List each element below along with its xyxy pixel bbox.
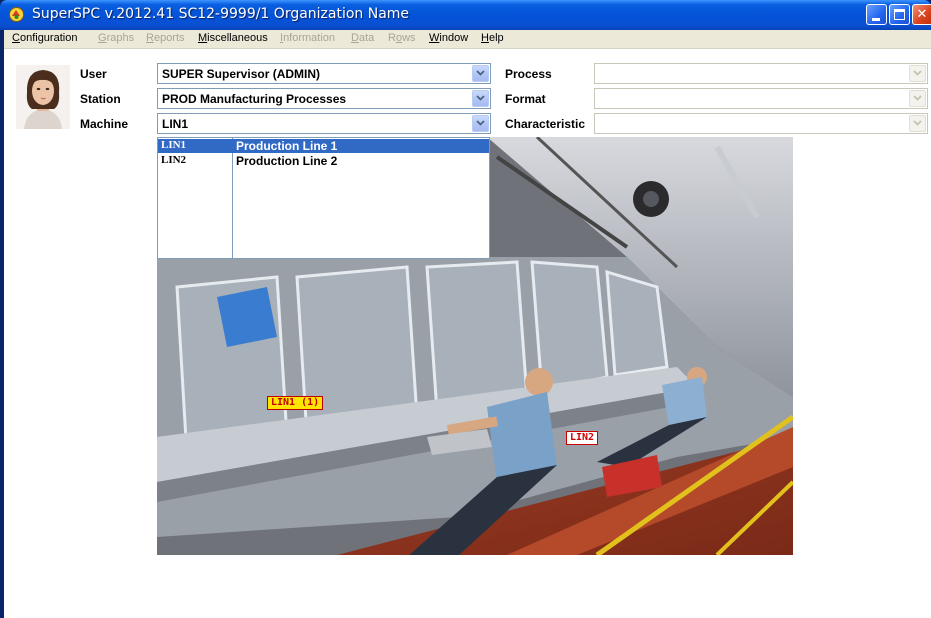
title-bar[interactable]: SuperSPC v.2012.41 SC12-9999/1 Organizat… <box>0 0 931 30</box>
user-dropdown-button[interactable] <box>472 65 489 82</box>
lin1-location-tag[interactable]: LIN1 (1) <box>267 396 324 410</box>
menu-reports-mnemonic: R <box>146 32 154 44</box>
maximize-button[interactable] <box>889 4 910 25</box>
station-label: Station <box>80 92 121 106</box>
menu-rows[interactable]: Rows <box>388 32 416 44</box>
menu-data-mnemonic: D <box>351 32 359 44</box>
characteristic-dropdown-button[interactable] <box>909 115 926 132</box>
machine-value: LIN1 <box>162 117 189 131</box>
chevron-down-icon <box>476 95 485 101</box>
machine-combo[interactable]: LIN1 <box>157 113 491 134</box>
list-item-code: LIN1 <box>161 139 187 151</box>
menu-miscellaneous-mnemonic: M <box>198 32 208 44</box>
menu-configuration-mnemonic: C <box>12 32 20 44</box>
menu-data-rest: ata <box>358 32 375 44</box>
user-combo[interactable]: SUPER Supervisor (ADMIN) <box>157 63 491 84</box>
menu-reports-rest: eports <box>153 32 185 44</box>
machine-label: Machine <box>80 117 129 131</box>
menu-help[interactable]: Help <box>481 32 504 44</box>
machine-dropdown-button[interactable] <box>472 115 489 132</box>
menu-information[interactable]: Information <box>280 32 335 44</box>
characteristic-label: Characteristic <box>505 117 586 131</box>
menu-window-rest: indow <box>439 32 469 44</box>
format-label: Format <box>505 92 546 106</box>
format-combo[interactable] <box>594 88 928 109</box>
menu-rows-first: R <box>388 32 396 44</box>
menu-help-rest: elp <box>488 32 504 44</box>
menu-miscellaneous-rest: iscellaneous <box>207 32 268 44</box>
machine-dropdown-list[interactable]: LIN1 Production Line 1 LIN2 Production L… <box>157 137 490 259</box>
list-item[interactable]: LIN1 Production Line 1 <box>158 139 489 153</box>
process-combo[interactable] <box>594 63 928 84</box>
menu-reports[interactable]: Reports <box>146 32 185 44</box>
menu-configuration[interactable]: Configuration <box>12 32 77 44</box>
characteristic-combo[interactable] <box>594 113 928 134</box>
process-label: Process <box>505 67 552 81</box>
menu-graphs-rest: raphs <box>106 32 135 44</box>
user-label: User <box>80 67 107 81</box>
format-dropdown-button[interactable] <box>909 90 926 107</box>
list-item-name: Production Line 2 <box>236 154 338 168</box>
process-dropdown-button[interactable] <box>909 65 926 82</box>
minimize-icon <box>872 18 880 21</box>
menu-graphs-mnemonic: G <box>98 32 107 44</box>
client-area: Configuration Graphs Reports Miscellaneo… <box>4 30 931 618</box>
menu-information-rest: nformation <box>283 32 336 44</box>
chevron-down-icon <box>476 120 485 126</box>
station-combo[interactable]: PROD Manufacturing Processes <box>157 88 491 109</box>
menu-window-mnemonic: W <box>429 32 440 44</box>
menu-bar: Configuration Graphs Reports Miscellaneo… <box>4 30 931 49</box>
maximize-icon <box>894 9 905 20</box>
chevron-down-icon <box>913 70 922 76</box>
window-title: SuperSPC v.2012.41 SC12-9999/1 Organizat… <box>32 6 410 22</box>
menu-configuration-rest: onfiguration <box>19 32 78 44</box>
menu-miscellaneous[interactable]: Miscellaneous <box>198 32 268 44</box>
menu-help-mnemonic: H <box>481 32 489 44</box>
list-item-code: LIN2 <box>161 154 187 166</box>
chevron-down-icon <box>476 70 485 76</box>
app-icon[interactable] <box>8 6 25 23</box>
close-icon: ✕ <box>916 7 928 22</box>
close-button[interactable]: ✕ <box>912 4 931 25</box>
minimize-button[interactable] <box>866 4 887 25</box>
station-value: PROD Manufacturing Processes <box>162 92 347 106</box>
menu-data[interactable]: Data <box>351 32 374 44</box>
app-window: SuperSPC v.2012.41 SC12-9999/1 Organizat… <box>0 0 931 618</box>
user-avatar <box>16 65 70 129</box>
user-value: SUPER Supervisor (ADMIN) <box>162 67 321 81</box>
list-item-name: Production Line 1 <box>236 139 338 153</box>
menu-graphs[interactable]: Graphs <box>98 32 134 44</box>
chevron-down-icon <box>913 95 922 101</box>
lin2-location-tag[interactable]: LIN2 <box>566 431 599 445</box>
menu-rows-rest: ws <box>402 32 416 44</box>
list-item[interactable]: LIN2 Production Line 2 <box>158 154 489 168</box>
chevron-down-icon <box>913 120 922 126</box>
menu-window[interactable]: Window <box>429 32 468 44</box>
user-portrait-image <box>16 65 70 129</box>
station-dropdown-button[interactable] <box>472 90 489 107</box>
